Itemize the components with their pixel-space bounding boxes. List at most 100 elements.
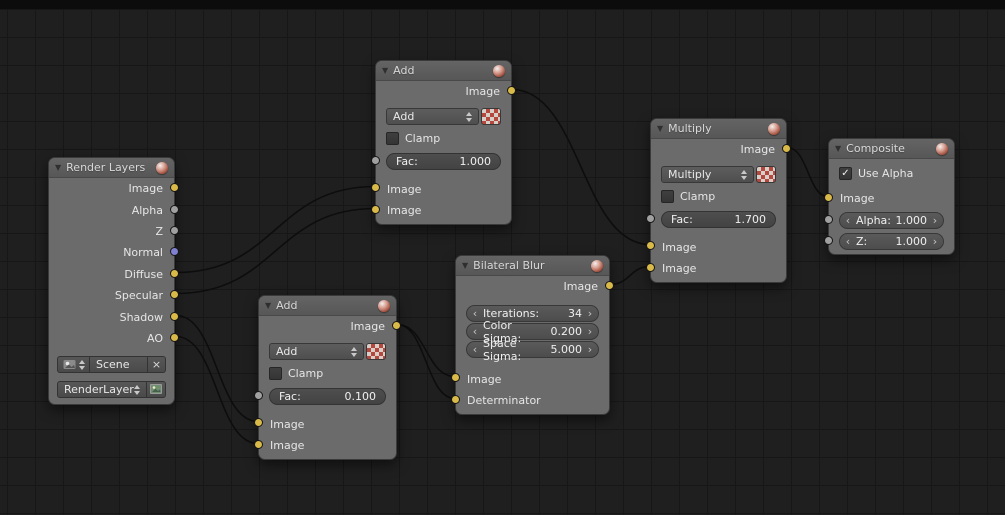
node-render-layers[interactable]: ▼ Render Layers Image Alpha Z Normal Dif… xyxy=(48,157,179,405)
node-add-top[interactable]: ▼ Add Image Add Clamp Fac: 1.000 Image I… xyxy=(371,60,516,225)
alpha-field[interactable]: ‹ Alpha: 1.000 › xyxy=(839,212,944,230)
scene-unlink-button[interactable]: × xyxy=(148,356,166,374)
image-icon xyxy=(149,384,162,395)
socket-output-diffuse[interactable] xyxy=(170,269,179,278)
node-header[interactable]: ▼ Add xyxy=(259,296,396,316)
socket-output-z[interactable] xyxy=(170,226,179,235)
collapse-icon[interactable]: ▼ xyxy=(382,66,388,75)
socket-output-image[interactable] xyxy=(507,86,516,95)
socket-input-fac[interactable] xyxy=(646,214,655,223)
collapse-icon[interactable]: ▼ xyxy=(657,124,663,133)
use-alpha-checkbox[interactable]: ✓ Use Alpha xyxy=(839,166,944,180)
socket-output-specular[interactable] xyxy=(170,290,179,299)
socket-input-image[interactable] xyxy=(824,193,833,202)
use-alpha-checker-button[interactable] xyxy=(366,343,386,361)
node-multiply[interactable]: ▼ Multiply Image Multiply Clamp Fac: 1.7… xyxy=(646,118,791,283)
preview-sphere-icon[interactable] xyxy=(378,299,390,312)
node-title: Render Layers xyxy=(66,161,146,174)
preview-sphere-icon[interactable] xyxy=(493,64,505,77)
socket-input-determinator[interactable] xyxy=(451,395,460,404)
socket-output-ao[interactable] xyxy=(170,333,179,342)
input-row: Image xyxy=(270,438,305,452)
node-header[interactable]: ▼ Render Layers xyxy=(49,158,174,178)
use-alpha-checker-button[interactable] xyxy=(481,108,501,126)
preview-sphere-icon[interactable] xyxy=(156,161,168,174)
socket-output-image[interactable] xyxy=(170,183,179,192)
socket-input-image2[interactable] xyxy=(371,205,380,214)
link-wire xyxy=(609,265,651,286)
scene-browse-button[interactable] xyxy=(57,356,89,374)
chevron-left-icon[interactable]: ‹ xyxy=(471,343,479,356)
chevron-left-icon[interactable]: ‹ xyxy=(471,307,479,320)
preview-sphere-icon[interactable] xyxy=(591,259,603,272)
link-wire xyxy=(175,314,259,423)
collapse-icon[interactable]: ▼ xyxy=(55,163,61,172)
socket-input-image1[interactable] xyxy=(254,418,263,427)
socket-input-image2[interactable] xyxy=(254,440,263,449)
checkbox-box[interactable] xyxy=(386,131,399,145)
chevron-right-icon[interactable]: › xyxy=(931,235,939,248)
socket-output-shadow[interactable] xyxy=(170,312,179,321)
socket-input-image1[interactable] xyxy=(371,183,380,192)
clamp-checkbox[interactable]: Clamp xyxy=(386,131,501,145)
socket-input-z[interactable] xyxy=(824,236,833,245)
render-layer-selector[interactable]: RenderLayer xyxy=(57,381,166,399)
z-field[interactable]: ‹ Z: 1.000 › xyxy=(839,233,944,251)
blend-mode-select[interactable]: Add xyxy=(269,343,364,361)
socket-input-image1[interactable] xyxy=(646,241,655,250)
preview-sphere-icon[interactable] xyxy=(768,122,780,135)
socket-input-fac[interactable] xyxy=(371,156,380,165)
clamp-checkbox[interactable]: Clamp xyxy=(269,366,386,380)
render-layer-image-button[interactable] xyxy=(146,381,166,399)
collapse-icon[interactable]: ▼ xyxy=(462,261,468,270)
chevron-right-icon[interactable]: › xyxy=(586,307,594,320)
node-composite[interactable]: ▼ Composite ✓ Use Alpha Image ‹ Alpha: 1… xyxy=(824,138,955,255)
chevron-left-icon[interactable]: ‹ xyxy=(844,235,852,248)
input-row: Image xyxy=(662,240,697,254)
node-add-bottom[interactable]: ▼ Add Image Add Clamp Fac: 0.100 Image I… xyxy=(254,295,401,460)
node-header[interactable]: ▼ Bilateral Blur xyxy=(456,256,609,276)
socket-output-normal[interactable] xyxy=(170,247,179,256)
socket-output-image[interactable] xyxy=(782,144,791,153)
input-row: Image xyxy=(387,203,422,217)
chevron-right-icon[interactable]: › xyxy=(586,343,594,356)
node-editor-canvas[interactable]: ▼ Render Layers Image Alpha Z Normal Dif… xyxy=(0,0,1005,515)
fac-slider[interactable]: Fac: 1.700 xyxy=(661,211,776,229)
preview-sphere-icon[interactable] xyxy=(936,142,948,155)
collapse-icon[interactable]: ▼ xyxy=(835,144,841,153)
link-wire xyxy=(511,88,651,246)
scene-name-field[interactable]: Scene xyxy=(89,356,148,374)
use-alpha-checker-button[interactable] xyxy=(756,166,776,184)
node-header[interactable]: ▼ Composite xyxy=(829,139,954,159)
socket-input-fac[interactable] xyxy=(254,391,263,400)
node-header[interactable]: ▼ Add xyxy=(376,61,511,81)
clamp-checkbox[interactable]: Clamp xyxy=(661,189,776,203)
blend-mode-select[interactable]: Add xyxy=(386,108,479,126)
blend-mode-select[interactable]: Multiply xyxy=(661,166,754,184)
node-bilateral-blur[interactable]: ▼ Bilateral Blur Image ‹ Iterations: 34 … xyxy=(451,255,614,415)
render-layer-select[interactable]: RenderLayer xyxy=(57,381,147,399)
socket-output-alpha[interactable] xyxy=(170,205,179,214)
socket-input-alpha[interactable] xyxy=(824,215,833,224)
checkbox-box[interactable] xyxy=(269,366,282,380)
checkbox-box[interactable]: ✓ xyxy=(839,166,852,180)
fac-slider[interactable]: Fac: 0.100 xyxy=(269,388,386,406)
checkbox-box[interactable] xyxy=(661,189,674,203)
socket-output-image[interactable] xyxy=(392,321,401,330)
socket-output-image[interactable] xyxy=(605,281,614,290)
chevron-right-icon[interactable]: › xyxy=(586,325,594,338)
socket-input-image2[interactable] xyxy=(646,263,655,272)
node-header[interactable]: ▼ Multiply xyxy=(651,119,786,139)
socket-input-image[interactable] xyxy=(451,373,460,382)
collapse-icon[interactable]: ▼ xyxy=(265,301,271,310)
chevron-left-icon[interactable]: ‹ xyxy=(844,214,852,227)
fac-slider[interactable]: Fac: 1.000 xyxy=(386,153,501,171)
output-row: Shadow xyxy=(119,310,163,324)
output-row: Image xyxy=(465,85,500,99)
chevron-right-icon[interactable]: › xyxy=(931,214,939,227)
output-row: Alpha xyxy=(131,203,163,217)
chevron-left-icon[interactable]: ‹ xyxy=(471,325,479,338)
dropdown-arrows-icon xyxy=(741,169,747,180)
space-sigma-field[interactable]: ‹ Space Sigma: 5.000 › xyxy=(466,337,599,363)
scene-selector[interactable]: Scene × xyxy=(57,356,166,374)
